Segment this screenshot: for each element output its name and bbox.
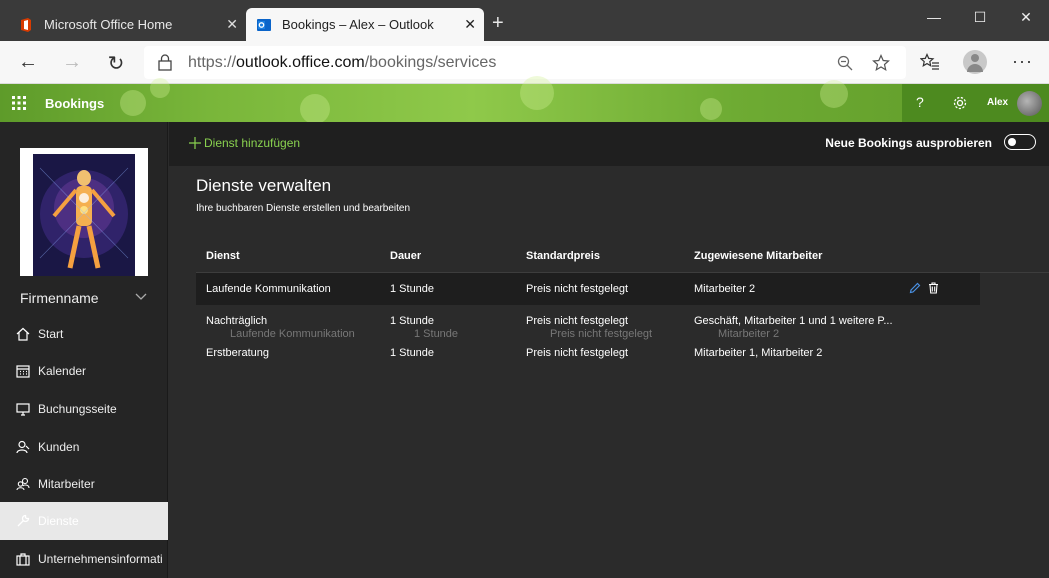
cell-dauer: 1 Stunde (390, 347, 435, 359)
gear-icon[interactable] (952, 95, 968, 111)
close-icon[interactable]: ✕ (464, 16, 476, 33)
sidebar-item-mitarbeiter[interactable]: Mitarbeiter (0, 465, 168, 503)
cell-dauer: 1 Stunde (390, 315, 435, 327)
favorites-icon[interactable] (920, 53, 940, 71)
ghost-mitarbeiter: Mitarbeiter 2 (718, 328, 780, 340)
wrench-icon (17, 514, 30, 527)
calendar-icon (16, 365, 30, 378)
tab-bookings[interactable]: Bookings – Alex – Outlook ✕ (246, 8, 484, 41)
person-icon (16, 440, 30, 454)
page-title: Dienste verwalten (196, 176, 332, 195)
cell-dienst: Laufende Kommunikation (206, 283, 331, 295)
lock-icon (158, 54, 172, 71)
back-icon[interactable]: ← (16, 51, 40, 74)
add-service-button[interactable]: Dienst hinzufügen (189, 136, 300, 150)
window-close-icon[interactable]: ✕ (1003, 6, 1049, 28)
chevron-down-icon[interactable] (135, 293, 147, 301)
cell-dienst: Nachträglich (206, 315, 268, 327)
url-prefix: https:// (188, 54, 237, 71)
cell-dauer: 1 Stunde (390, 283, 435, 295)
try-new-bookings-label: Neue Bookings ausprobieren (825, 136, 992, 150)
column-header-dauer[interactable]: Dauer (390, 250, 421, 262)
tab-label: Bookings – Alex – Outlook (282, 17, 434, 32)
table-row[interactable]: Laufende Kommunikation 1 Stunde Preis ni… (196, 273, 980, 305)
more-icon[interactable]: ··· (1012, 51, 1033, 72)
sidebar-item-label: Kunden (38, 440, 80, 454)
sidebar-item-label: Start (38, 327, 64, 341)
tab-office-home[interactable]: Microsoft Office Home ✕ (8, 8, 246, 41)
people-icon (16, 477, 30, 491)
ghost-dauer: 1 Stunde (414, 328, 459, 340)
app-name[interactable]: Bookings (45, 96, 104, 111)
url-text: https://outlook.office.com/bookings/serv… (188, 54, 496, 72)
sidebar-item-start[interactable]: Start (0, 315, 168, 353)
delete-icon[interactable] (928, 282, 939, 294)
briefcase-icon (16, 553, 30, 566)
try-new-bookings-toggle[interactable] (1004, 134, 1036, 150)
business-name[interactable]: Firmenname (20, 290, 99, 306)
column-header-dienst[interactable]: Dienst (206, 250, 240, 262)
url-host: outlook.office.com (236, 54, 365, 71)
business-logo[interactable] (20, 148, 148, 276)
main-content: Dienste verwalten Ihre buchbaren Dienste… (169, 166, 1049, 578)
profile-icon[interactable] (963, 50, 987, 74)
ghost-dienst: Laufende Kommunikation (230, 328, 355, 340)
column-header-standardpreis[interactable]: Standardpreis (526, 250, 600, 262)
avatar[interactable] (1017, 91, 1042, 116)
cell-preis: Preis nicht festgelegt (526, 347, 629, 359)
cell-preis: Preis nicht festgelegt (526, 283, 629, 295)
new-tab-icon[interactable]: + (492, 12, 504, 35)
cell-mitarbeiter: Mitarbeiter 1, Mitarbeiter 2 (694, 347, 823, 359)
star-icon[interactable] (872, 54, 890, 72)
refresh-icon[interactable]: ↻ (104, 51, 128, 76)
close-icon[interactable]: ✕ (226, 16, 238, 33)
user-name[interactable]: Alex (987, 97, 1008, 108)
sidebar-item-dienste[interactable]: Dienste (0, 502, 168, 540)
sidebar-item-kalender[interactable]: Kalender (0, 352, 168, 390)
browser-tab-strip: Microsoft Office Home ✕ Bookings – Alex … (0, 0, 1049, 41)
cell-mitarbeiter: Geschäft, Mitarbeiter 1 und 1 weitere P.… (694, 315, 893, 327)
address-bar[interactable]: https://outlook.office.com/bookings/serv… (144, 46, 906, 79)
sidebar-item-label: Dienste (38, 514, 79, 528)
sidebar-item-buchungsseite[interactable]: Buchungsseite (0, 390, 168, 428)
column-header-mitarbeiter[interactable]: Zugewiesene Mitarbeiter (694, 250, 822, 262)
edit-icon[interactable] (909, 282, 921, 294)
command-bar: Dienst hinzufügen Neue Bookings ausprobi… (169, 122, 1049, 166)
app-header: Bookings ? Alex (0, 76, 1049, 124)
add-service-label: Dienst hinzufügen (204, 136, 301, 150)
maximize-icon[interactable]: ☐ (957, 6, 1003, 28)
sidebar-item-unternehmensinformationen[interactable]: Unternehmensinformati (0, 540, 168, 578)
cell-mitarbeiter: Mitarbeiter 2 (694, 283, 756, 295)
app-launcher-icon[interactable] (12, 96, 26, 110)
sidebar-item-label: Kalender (38, 364, 87, 378)
ghost-preis: Preis nicht festgelegt (550, 328, 653, 340)
monitor-icon (16, 403, 30, 416)
page-subtitle: Ihre buchbaren Dienste erstellen und bea… (196, 203, 411, 214)
header-actions: ? Alex (902, 84, 1049, 122)
sidebar-item-kunden[interactable]: Kunden (0, 428, 168, 466)
plus-icon (189, 137, 201, 149)
tab-label: Microsoft Office Home (44, 17, 173, 32)
sidebar: Firmenname Start Kalender Buchungsseite … (0, 122, 168, 578)
sidebar-item-label: Buchungsseite (38, 402, 117, 416)
forward-icon[interactable]: → (60, 51, 84, 74)
url-path: /bookings/services (364, 54, 497, 71)
logo-image (33, 154, 135, 276)
outlook-icon (257, 18, 271, 31)
zoom-icon[interactable] (837, 55, 853, 71)
help-icon[interactable]: ? (916, 94, 924, 110)
minimize-icon[interactable]: — (911, 6, 957, 28)
sidebar-item-label: Mitarbeiter (38, 477, 95, 491)
sidebar-item-label: Unternehmensinformati (38, 552, 163, 566)
cell-preis: Preis nicht festgelegt (526, 315, 629, 327)
cell-dienst: Erstberatung (206, 347, 269, 359)
home-icon (16, 327, 30, 341)
office-icon (21, 17, 31, 32)
